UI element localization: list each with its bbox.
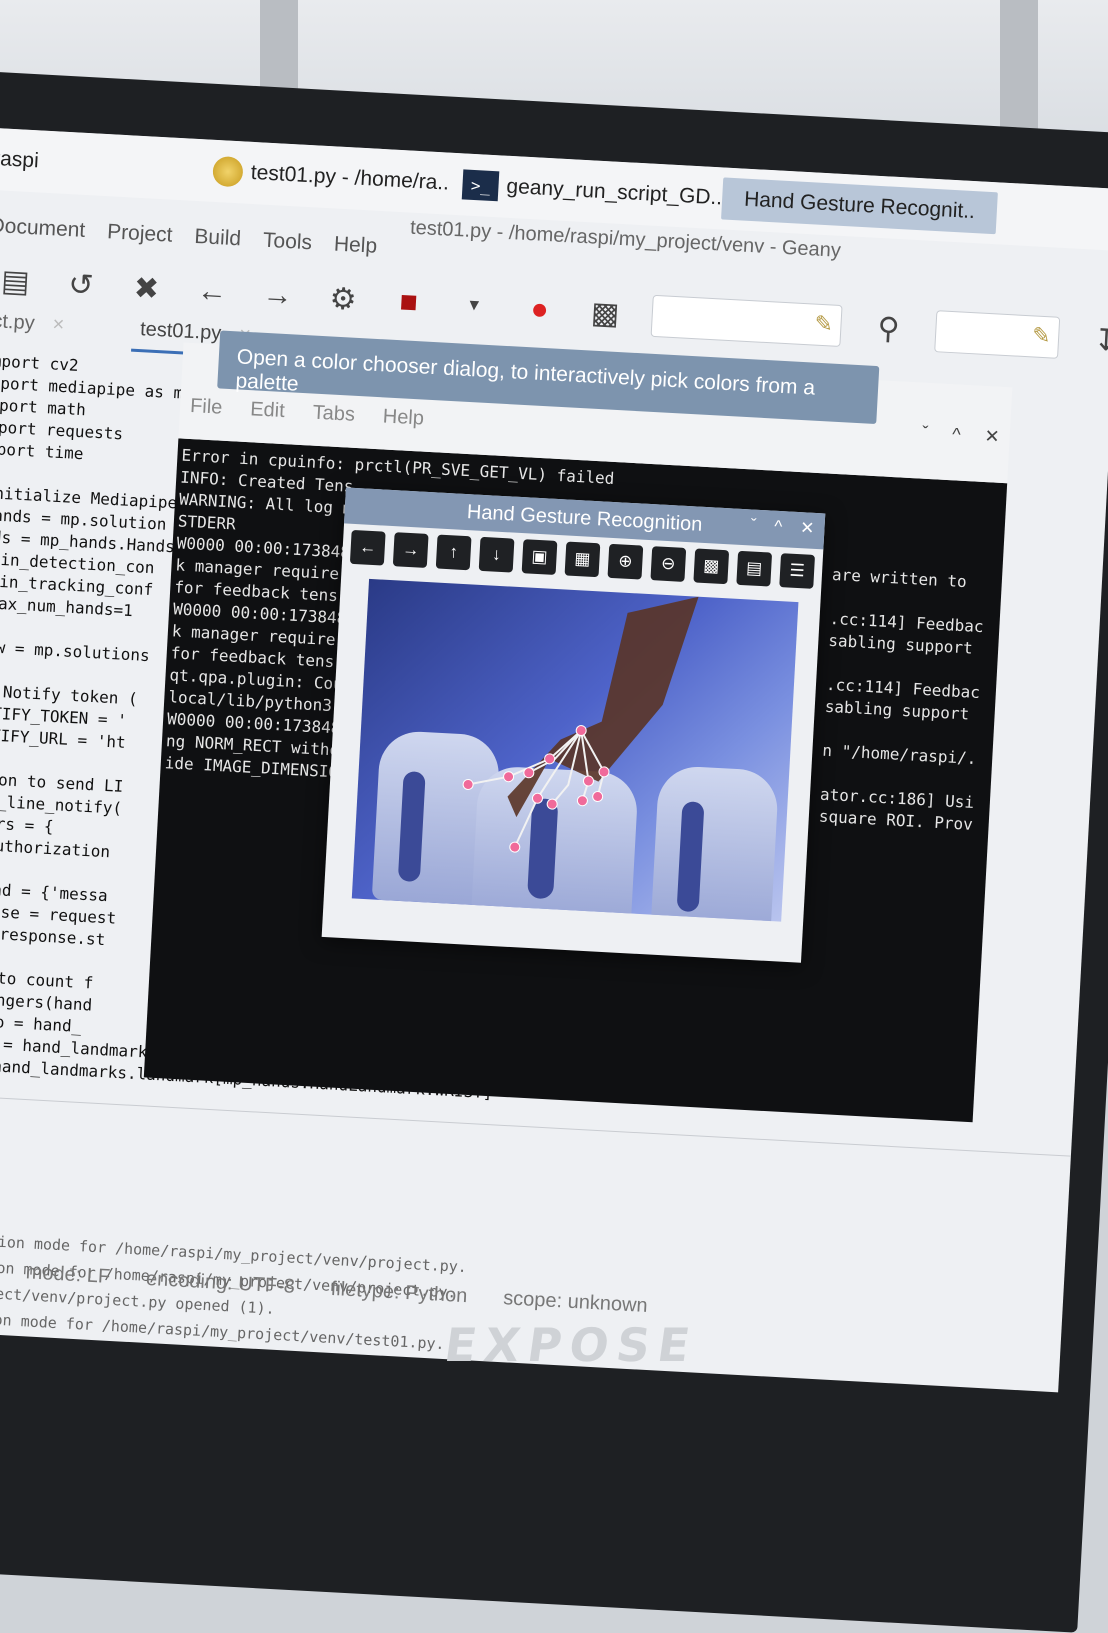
terminal-menubar: File Edit Tabs Help: [190, 395, 425, 431]
search-input[interactable]: ✎: [650, 294, 843, 348]
close-icon[interactable]: ✕: [984, 426, 1000, 448]
tab-label: test01.py: [139, 318, 222, 345]
maximize-icon[interactable]: ^: [952, 424, 962, 445]
chevron-down-icon[interactable]: ▼: [455, 296, 494, 316]
tab-label: ct.py: [0, 310, 36, 335]
menu-tools[interactable]: Tools: [262, 229, 312, 268]
status-encoding: encoding: UTF-8: [145, 1267, 296, 1298]
menu-build[interactable]: Build: [193, 225, 242, 263]
camera-feed: [351, 578, 799, 922]
arrow-right-icon[interactable]: →: [392, 532, 429, 568]
menu-document[interactable]: Document: [0, 214, 86, 255]
close-icon[interactable]: ×: [52, 313, 65, 336]
close-icon[interactable]: ✖: [127, 270, 166, 307]
save-all-icon[interactable]: ▤: [0, 263, 35, 300]
status-mode: mode: LF: [25, 1261, 111, 1288]
tab-ct-py[interactable]: ct.py ×: [0, 310, 73, 349]
status-filetype: filetype: Python: [330, 1277, 468, 1308]
taskbar-item-label: Hand Gesture Recognit..: [743, 187, 976, 224]
search-icon[interactable]: ⚲: [869, 310, 908, 347]
color-chooser-icon[interactable]: ▩: [585, 295, 624, 332]
image-icon[interactable]: ▣: [521, 539, 558, 575]
taskbar-item-label: test01.py - /home/ra..: [250, 160, 450, 195]
taskbar-item-label: geany_run_script_GD..: [505, 174, 723, 210]
taskbar-item-raspi[interactable]: raspi: [0, 138, 40, 182]
fit-image-icon[interactable]: ▦: [564, 541, 601, 578]
zoom-in-icon[interactable]: ⊕: [607, 543, 644, 580]
menu-edit[interactable]: Edit: [250, 398, 286, 423]
arrow-up-icon[interactable]: ↑: [435, 534, 472, 571]
menu-tabs[interactable]: Tabs: [312, 402, 355, 427]
build-icon[interactable]: ■: [389, 285, 428, 321]
hand-landmarks: [462, 596, 699, 853]
terminal-output-right: are written to .cc:114] Feedbac sabling s…: [818, 564, 986, 836]
clear-icon[interactable]: ✎: [1031, 322, 1051, 349]
terminal-icon: >_: [461, 169, 500, 202]
forward-arrow-icon[interactable]: →: [258, 278, 297, 314]
minimize-icon[interactable]: ˇ: [750, 515, 757, 535]
geany-icon: [212, 155, 244, 188]
menu-help[interactable]: Help: [382, 405, 424, 430]
window-controls: ˇ ^ ✕: [750, 515, 815, 538]
menu-help[interactable]: Help: [333, 232, 377, 270]
gesture-window[interactable]: Hand Gesture Recognition ˇ ^ ✕ ← → ↑ ↓ ▣…: [321, 487, 826, 963]
back-arrow-icon[interactable]: ←: [192, 274, 231, 310]
execute-icon[interactable]: ●: [520, 292, 559, 328]
properties-icon[interactable]: ☰: [779, 553, 816, 589]
monitor-brand: EXPOSE: [441, 1318, 702, 1372]
save-icon[interactable]: ▩: [693, 548, 730, 585]
goto-line-input[interactable]: ✎: [934, 310, 1061, 359]
taskbar-item-terminal[interactable]: >_ geany_run_script_GD..: [461, 163, 723, 219]
compile-icon[interactable]: ⚙: [323, 281, 362, 318]
taskbar-item-gesture[interactable]: Hand Gesture Recognit..: [721, 177, 999, 235]
maximize-icon[interactable]: ^: [774, 517, 783, 537]
minimize-icon[interactable]: ˇ: [922, 423, 929, 444]
window-controls: ˇ ^ ✕: [922, 423, 1001, 448]
gesture-window-title: Hand Gesture Recognition: [466, 500, 703, 536]
taskbar-item-label: raspi: [0, 146, 40, 173]
menu-project[interactable]: Project: [106, 220, 174, 259]
goto-icon[interactable]: ↧: [1086, 322, 1108, 359]
clear-icon[interactable]: ✎: [814, 311, 834, 338]
copy-icon[interactable]: ▤: [736, 550, 773, 587]
line-number: 38: [0, 1147, 1068, 1234]
taskbar-item-geany[interactable]: test01.py - /home/ra..: [212, 150, 450, 205]
monitor: raspi test01.py - /home/ra.. >_ geany_ru…: [0, 70, 1108, 1633]
menu-file[interactable]: File: [190, 395, 223, 420]
arrow-down-icon[interactable]: ↓: [478, 536, 515, 573]
screen: raspi test01.py - /home/ra.. >_ geany_ru…: [0, 127, 1108, 1393]
arrow-left-icon[interactable]: ←: [349, 529, 386, 566]
close-icon[interactable]: ✕: [800, 518, 815, 539]
zoom-out-icon[interactable]: ⊖: [650, 546, 687, 582]
revert-icon[interactable]: ↺: [61, 266, 100, 303]
